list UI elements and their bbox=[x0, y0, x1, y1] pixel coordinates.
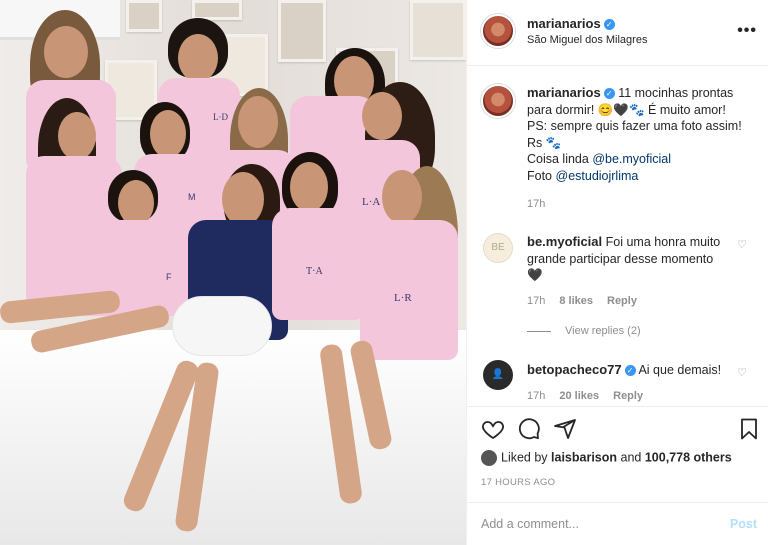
caption-line: Coisa linda bbox=[527, 152, 593, 166]
comment-like-heart-icon[interactable]: ♡ bbox=[737, 366, 747, 379]
likes-summary: Liked by laisbarison and 100,778 others bbox=[481, 450, 732, 466]
comment-line: grande participar desse momento bbox=[527, 251, 714, 266]
shirt-initials: L·D bbox=[213, 112, 228, 122]
shirt-initials: F bbox=[166, 272, 172, 282]
action-bar bbox=[467, 406, 768, 450]
heart-icon[interactable] bbox=[481, 417, 505, 441]
shirt-initials: T·A bbox=[306, 266, 323, 277]
likes-middle: and bbox=[617, 450, 645, 465]
comment-time[interactable]: 17h bbox=[527, 390, 545, 402]
author-info: marianarios ✓ São Miguel dos Milagres bbox=[527, 16, 647, 46]
caption-text: marianarios ✓ 11 mocinhas prontas para do… bbox=[527, 85, 752, 184]
post-header: marianarios ✓ São Miguel dos Milagres ••• bbox=[467, 0, 768, 66]
add-comment-bar: Add a comment... Post bbox=[467, 502, 768, 545]
bookmark-icon[interactable] bbox=[737, 417, 761, 441]
likes-count[interactable]: 100,778 others bbox=[645, 450, 732, 464]
comment-line: 🖤 bbox=[527, 268, 543, 282]
more-options-icon[interactable]: ••• bbox=[737, 22, 757, 40]
post-timestamp[interactable]: 17 HOURS AGO bbox=[481, 477, 555, 488]
post-location[interactable]: São Miguel dos Milagres bbox=[527, 34, 647, 46]
likes-prefix: Liked by bbox=[501, 450, 552, 465]
caption-username[interactable]: marianarios bbox=[527, 85, 601, 100]
post-photo[interactable]: L·D L·A M F T·A L·R bbox=[0, 0, 466, 545]
mention-link[interactable]: @estudiojrlima bbox=[556, 169, 639, 183]
comment-reply-button[interactable]: Reply bbox=[613, 390, 643, 402]
photo-bed bbox=[0, 330, 466, 545]
comment-likes[interactable]: 8 likes bbox=[559, 295, 593, 307]
photo-frame bbox=[192, 0, 242, 20]
commenter-avatar[interactable]: 👤 bbox=[483, 360, 513, 390]
caption-line: Rs 🐾 bbox=[527, 135, 562, 150]
post-comment-button[interactable]: Post bbox=[730, 517, 757, 531]
comment-icon[interactable] bbox=[517, 417, 541, 441]
comments-section: marianarios ✓ 11 mocinhas prontas para do… bbox=[467, 66, 768, 406]
comment-like-heart-icon[interactable]: ♡ bbox=[737, 238, 747, 251]
shirt-initials: L·A bbox=[362, 196, 381, 208]
photo-frame bbox=[278, 0, 326, 62]
caption-line: para dormir! 😊🖤🐾 É muito amor! bbox=[527, 102, 726, 117]
mention-link[interactable]: @be.myoficial bbox=[592, 152, 671, 166]
verified-icon: ✓ bbox=[624, 365, 636, 377]
author-username[interactable]: marianarios bbox=[527, 16, 601, 31]
commenter-avatar[interactable]: BE bbox=[483, 233, 513, 263]
shirt-initials: M bbox=[188, 192, 196, 202]
shirt-initials: L·R bbox=[394, 292, 412, 304]
author-avatar[interactable] bbox=[481, 14, 515, 48]
comment-text: betopacheco77 ✓ Ai que demais! bbox=[527, 362, 752, 379]
photo-frame bbox=[410, 0, 466, 60]
photo-frame bbox=[126, 0, 162, 32]
comment-line: Foi uma honra muito bbox=[605, 235, 721, 249]
comment-text: be.myoficial Foi uma honra muito grande … bbox=[527, 234, 752, 284]
comment-likes[interactable]: 20 likes bbox=[559, 390, 599, 402]
commenter-username[interactable]: be.myoficial bbox=[527, 234, 602, 249]
liker-username[interactable]: laisbarison bbox=[551, 450, 617, 464]
replies-divider bbox=[527, 330, 551, 332]
comment-reply-button[interactable]: Reply bbox=[607, 295, 637, 307]
comment-time[interactable]: 17h bbox=[527, 295, 545, 307]
caption-author-avatar[interactable] bbox=[481, 84, 515, 118]
caption-line: 11 mocinhas prontas bbox=[618, 86, 734, 100]
comment-line: Ai que demais! bbox=[638, 363, 722, 377]
liker-avatar[interactable] bbox=[481, 450, 497, 466]
verified-icon: ✓ bbox=[603, 19, 615, 31]
view-replies-button[interactable]: View replies (2) bbox=[527, 325, 641, 337]
add-comment-input[interactable]: Add a comment... bbox=[481, 517, 579, 531]
comment-meta: 17h 20 likes Reply bbox=[527, 390, 643, 402]
caption-time[interactable]: 17h bbox=[527, 198, 545, 210]
comment-meta: 17h 8 likes Reply bbox=[527, 295, 637, 307]
caption-line: Foto bbox=[527, 168, 556, 183]
caption-line: PS: sempre quis fazer uma foto assim! bbox=[527, 119, 742, 133]
post-side-panel: marianarios ✓ São Miguel dos Milagres •••… bbox=[466, 0, 768, 545]
share-icon[interactable] bbox=[553, 417, 577, 441]
verified-icon: ✓ bbox=[603, 88, 615, 100]
commenter-username[interactable]: betopacheco77 bbox=[527, 362, 622, 377]
view-replies-label: View replies (2) bbox=[565, 325, 641, 337]
